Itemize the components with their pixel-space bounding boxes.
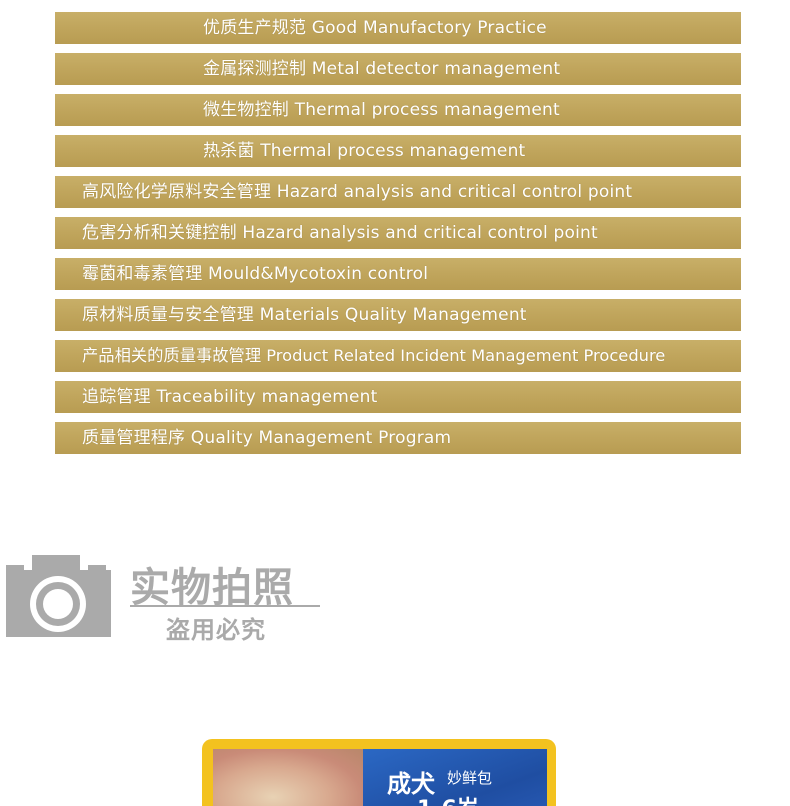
watermark-divider (130, 605, 320, 607)
pouch-label-age: 1-6岁 (417, 791, 479, 806)
certification-bar: 质量管理程序 Quality Management Program (55, 422, 741, 454)
watermark-subtitle: 盗用必究 (166, 616, 266, 644)
certification-bar: 金属探测控制 Metal detector management (55, 53, 741, 85)
certification-bar: 原材料质量与安全管理 Materials Quality Management (55, 299, 741, 331)
certification-bar: 优质生产规范 Good Manufactory Practice (55, 12, 741, 44)
product-photo: 成犬 妙鲜包 1-6岁 (202, 739, 556, 806)
certification-bar: 霉菌和毒素管理 Mould&Mycotoxin control (55, 258, 741, 290)
photo-watermark: 实物拍照 盗用必究 (6, 553, 326, 644)
certification-bar: 热杀菌 Thermal process management (55, 135, 741, 167)
certification-bar: 微生物控制 Thermal process management (55, 94, 741, 126)
certification-bar: 危害分析和关键控制 Hazard analysis and critical c… (55, 217, 741, 249)
pouch-label-small: 妙鲜包 (447, 769, 493, 787)
certification-bar: 追踪管理 Traceability management (55, 381, 741, 413)
pouch-food-image (213, 749, 363, 806)
certification-list: 优质生产规范 Good Manufactory Practice 金属探测控制 M… (55, 12, 741, 463)
certification-bar: 产品相关的质量事故管理 Product Related Incident Man… (55, 340, 741, 372)
certification-bar: 高风险化学原料安全管理 Hazard analysis and critical… (55, 176, 741, 208)
camera-icon (6, 555, 111, 637)
